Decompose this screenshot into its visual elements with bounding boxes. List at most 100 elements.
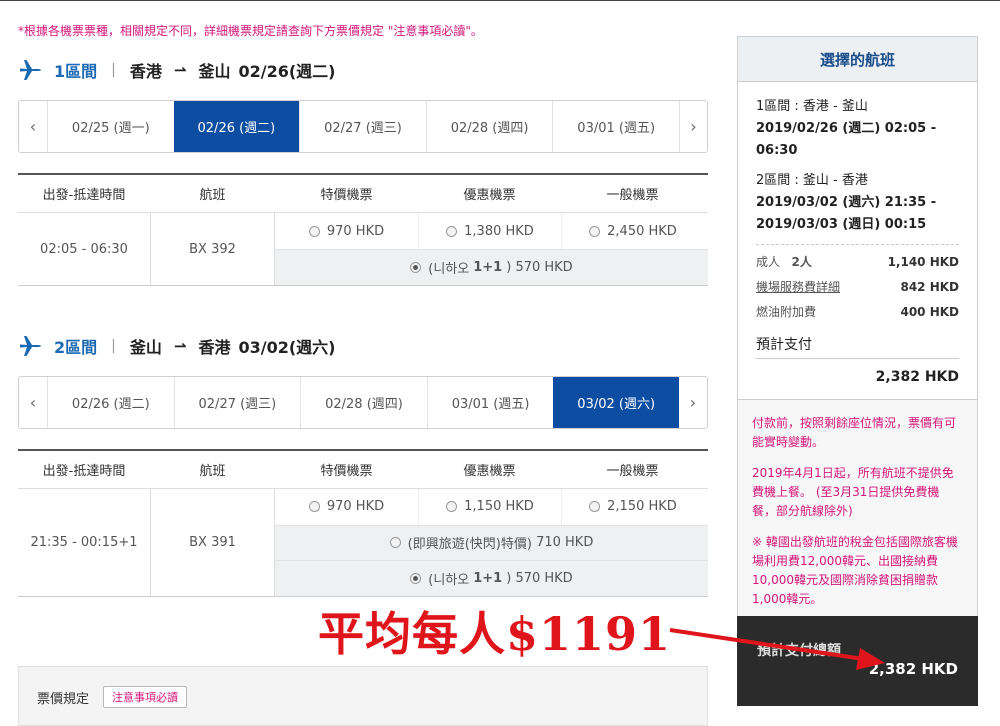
direction-arrow-icon: ⇀: [173, 337, 187, 355]
annotation-arrow-icon: [669, 628, 885, 670]
date-tab[interactable]: 02/26 (週二): [47, 377, 174, 428]
panel-body: 1區間 : 香港 - 釜山 2019/02/26 (週二) 02:05 - 06…: [738, 82, 977, 399]
segment-2-header: 2區間 | 釜山 ⇀ 香港 03/02(週六): [18, 333, 335, 359]
segment-number: 1區間: [54, 62, 98, 81]
destination-city: 釜山: [198, 62, 231, 81]
date-tab-selected[interactable]: 02/26 (週二): [173, 101, 300, 152]
fare-price: 1,380 HKD: [464, 223, 534, 239]
cost-value: 1,140 HKD: [887, 254, 959, 269]
price-row: 970 HKD 1,380 HKD 2,450 HKD: [275, 213, 708, 249]
cost-row-fuel: 燃油附加費 400 HKD: [756, 299, 959, 324]
date-tab[interactable]: 02/27 (週三): [299, 101, 426, 152]
promo-fare-option[interactable]: (니하오 1+1) 570 HKD: [275, 560, 708, 596]
segment-route: 2區間 : 釜山 - 香港: [756, 173, 868, 188]
selected-flights-panel: 選擇的航班 1區間 : 香港 - 釜山 2019/02/26 (週二) 02:0…: [737, 36, 978, 624]
flight-row: 21:35 - 00:15+1 BX 391 970 HKD 1,150 HKD…: [18, 489, 708, 597]
fare-rules-label: 票價規定: [37, 692, 90, 707]
segment-1-summary: 1區間 : 香港 - 釜山 2019/02/26 (週二) 02:05 - 06…: [756, 96, 959, 162]
col-header-time: 出發-抵達時間: [42, 464, 126, 479]
col-header-flight: 航班: [199, 188, 226, 203]
promo-price: 570 HKD: [515, 260, 573, 275]
fare-price: 970 HKD: [326, 499, 385, 515]
segment-datetime-end: 2019/03/03 (週日) 00:15: [756, 217, 927, 232]
airplane-icon: [20, 336, 41, 356]
fare-rules-section: 票價規定 注意事項必讀: [18, 666, 708, 726]
promo-label-bold: 1+1: [473, 260, 503, 275]
fare-table-header: 出發-抵達時間 航班 特價機票 優惠機票 一般機票: [18, 175, 708, 213]
chevron-right-icon[interactable]: ›: [678, 101, 707, 152]
date-tab-selected[interactable]: 03/02 (週六): [553, 377, 679, 428]
promo-label: (니하오: [428, 262, 470, 277]
fare-price: 1,150 HKD: [464, 499, 534, 515]
radio-button[interactable]: [308, 225, 320, 237]
promo-label-bold: 1+1: [473, 571, 503, 587]
promo-label-suffix: ): [506, 571, 512, 587]
origin-city: 香港: [129, 62, 162, 81]
col-header-regular: 一般機票: [606, 464, 659, 479]
radio-button[interactable]: [446, 501, 458, 513]
regular-fare-option[interactable]: 2,450 HKD: [561, 213, 704, 249]
cost-breakdown: 成人 2人 1,140 HKD 機場服務費詳細 842 HKD 燃油附加費 40…: [756, 244, 959, 324]
discount-fare-option[interactable]: 1,150 HKD: [418, 489, 561, 525]
radio-button-selected[interactable]: [410, 262, 422, 273]
col-header-discount: 優惠機票: [463, 464, 516, 479]
promo-label: (即興旅遊(快閃)特價): [407, 537, 532, 553]
cost-label: 燃油附加費: [756, 305, 817, 319]
col-header-regular: 一般機票: [606, 188, 659, 203]
segment-2-summary: 2區間 : 釜山 - 香港 2019/03/02 (週六) 21:35 - 20…: [756, 170, 959, 236]
top-border: [0, 0, 1000, 1]
radio-button[interactable]: [446, 225, 458, 237]
date-tab[interactable]: 03/01 (週五): [426, 377, 554, 428]
radio-button-selected[interactable]: [410, 573, 422, 585]
chevron-left-icon[interactable]: ‹: [19, 377, 47, 428]
fare-price: 970 HKD: [326, 223, 385, 239]
discount-fare-option[interactable]: 1,380 HKD: [418, 213, 561, 249]
promo-price: 570 HKD: [515, 571, 573, 587]
date-tab[interactable]: 02/28 (週四): [425, 101, 553, 152]
cost-label: 成人: [756, 255, 781, 269]
segment-datetime: 2019/03/02 (週六) 21:35 -: [756, 195, 937, 210]
date-tab[interactable]: 02/25 (週一): [47, 101, 174, 152]
price-options: 970 HKD 1,380 HKD 2,450 HKD (니하오 1+1) 57…: [275, 213, 708, 285]
promo-price: 710 HKD: [536, 535, 594, 551]
chevron-right-icon[interactable]: ›: [679, 377, 707, 428]
special-fare-option[interactable]: 970 HKD: [275, 213, 418, 249]
cost-row-adult: 成人 2人 1,140 HKD: [756, 249, 959, 274]
payment-notes: 付款前，按照剩餘座位情況，票價有可能實時變動。 2019年4月1日起，所有航班不…: [738, 399, 977, 623]
col-header-special: 特價機票: [320, 188, 373, 203]
segment-1-header: 1區間 | 香港 ⇀ 釜山 02/26(週二): [18, 57, 335, 83]
separator: |: [111, 62, 116, 78]
segment-datetime: 2019/02/26 (週二) 02:05 - 06:30: [756, 121, 937, 158]
fare-price: 2,150 HKD: [607, 499, 677, 515]
date-tab[interactable]: 02/27 (週三): [173, 377, 301, 428]
promo-label: (니하오: [428, 573, 470, 589]
airplane-icon: [20, 60, 41, 80]
date-tab[interactable]: 03/01 (週五): [552, 101, 679, 152]
fare-price: 2,450 HKD: [607, 223, 677, 239]
col-header-special: 特價機票: [320, 464, 373, 479]
cost-row-airport-fee: 機場服務費詳細 842 HKD: [756, 274, 959, 299]
chevron-left-icon[interactable]: ‹: [19, 101, 47, 152]
promo-fare-option[interactable]: (即興旅遊(快閃)特價) 710 HKD: [275, 524, 708, 561]
segment-date: 03/02(週六): [238, 338, 336, 357]
segment-date: 02/26(週二): [238, 62, 336, 81]
radio-button[interactable]: [589, 225, 601, 237]
flight-time: 21:35 - 00:15+1: [30, 535, 138, 550]
flight-time: 02:05 - 06:30: [40, 241, 128, 257]
radio-button[interactable]: [389, 537, 401, 549]
airport-fee-detail-link[interactable]: 機場服務費詳細: [756, 278, 840, 295]
special-fare-option[interactable]: 970 HKD: [275, 489, 418, 525]
date-carousel-1: ‹ 02/25 (週一) 02/26 (週二) 02/27 (週三) 02/28…: [18, 100, 708, 153]
annotation-text: 平均每人$1191: [318, 607, 672, 661]
price-row: 970 HKD 1,150 HKD 2,150 HKD: [275, 489, 708, 525]
segment-route: 1區間 : 香港 - 釜山: [756, 99, 868, 114]
note: ※ 韓國出發航班的稅金包括國際旅客機場利用費12,000韓元、出國接納費10,0…: [752, 535, 958, 606]
radio-button[interactable]: [308, 501, 320, 513]
must-read-button[interactable]: 注意事項必讀: [103, 686, 187, 708]
flight-number: BX 391: [150, 489, 275, 596]
segment-number: 2區間: [54, 338, 98, 357]
regular-fare-option[interactable]: 2,150 HKD: [561, 489, 704, 525]
date-tab[interactable]: 02/28 (週四): [300, 377, 427, 428]
radio-button[interactable]: [589, 501, 601, 513]
promo-fare-option[interactable]: (니하오 1+1) 570 HKD: [275, 249, 708, 285]
